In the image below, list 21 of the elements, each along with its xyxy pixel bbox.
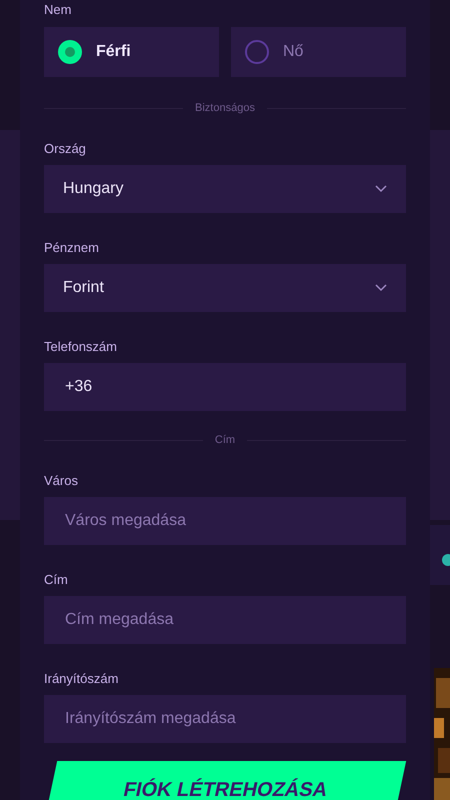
divider-label: Cím xyxy=(214,432,236,448)
input-field[interactable]: Irányítószám megadása xyxy=(44,695,406,743)
field-label: Ország xyxy=(44,140,87,158)
input-field[interactable]: +36 xyxy=(44,363,406,411)
input-field[interactable]: Cím megadása xyxy=(44,596,406,644)
radio-icon xyxy=(58,40,82,64)
field-label: Város xyxy=(44,472,79,490)
input-field[interactable]: Város megadása xyxy=(44,497,406,545)
field-label: Telefonszám xyxy=(44,338,118,356)
chevron-down-icon xyxy=(375,284,387,292)
field-label: Nem xyxy=(44,1,72,19)
dropdown[interactable]: Forint xyxy=(44,264,406,312)
field-label: Pénznem xyxy=(44,239,100,257)
field-label: Cím xyxy=(44,571,69,589)
dropdown[interactable]: Hungary xyxy=(44,165,406,213)
radio-icon xyxy=(245,40,269,64)
radio-option[interactable]: Nő xyxy=(231,27,406,77)
divider-label: Biztonságos xyxy=(195,100,255,116)
chevron-down-icon xyxy=(375,185,387,193)
field-label: Irányítószám xyxy=(44,670,120,688)
radio-option[interactable]: Férfi xyxy=(44,27,219,77)
